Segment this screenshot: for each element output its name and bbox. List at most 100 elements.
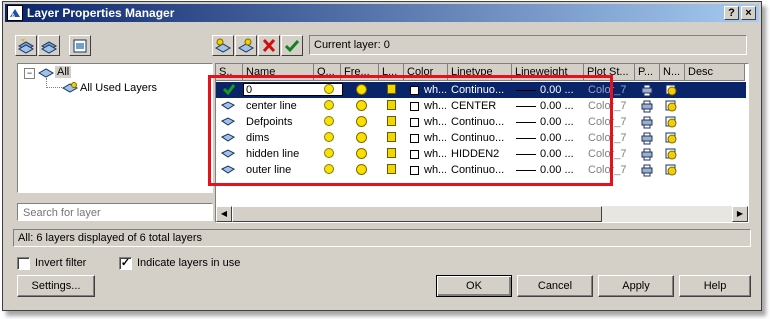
layer-states-manager-icon[interactable] [69,35,91,56]
lineweight[interactable]: 0.00 ... [540,98,582,114]
new-vp-freeze-icon[interactable] [664,83,678,99]
unlocked-icon[interactable] [387,148,396,158]
column-header[interactable]: P... [635,64,660,81]
unlocked-icon[interactable] [387,84,396,94]
ok-button[interactable]: OK [436,275,512,297]
lightbulb-icon[interactable] [324,84,334,94]
scroll-left-icon[interactable]: ◀ [216,206,232,222]
sun-icon[interactable] [356,84,367,95]
unlocked-icon[interactable] [387,132,396,142]
linetype[interactable]: Continuo... [451,130,511,146]
lineweight[interactable]: 0.00 ... [540,114,582,130]
new-group-filter-icon[interactable] [38,35,60,56]
help-title-button[interactable]: ? [724,6,739,20]
unlocked-icon[interactable] [387,116,396,126]
column-header[interactable]: O... [314,64,341,81]
column-header[interactable]: Desc [685,64,745,81]
color-swatch[interactable] [410,150,419,159]
lightbulb-icon[interactable] [324,132,334,142]
tree-item-all-used-layers[interactable]: All Used Layers [80,82,157,94]
unlocked-icon[interactable] [387,100,396,110]
color-name[interactable]: wh... [424,130,446,146]
new-vp-freeze-icon[interactable] [664,147,678,163]
set-current-icon[interactable] [281,35,303,56]
sun-icon[interactable] [356,116,367,127]
column-header[interactable]: Linetype [448,64,512,81]
linetype[interactable]: HIDDEN2 [451,146,511,162]
layer-name[interactable]: outer line [246,162,314,178]
linetype[interactable]: Continuo... [451,162,511,178]
layer-row[interactable]: outer line wh... Continuo... 0.00 ... Color_… [216,162,746,178]
unlocked-icon[interactable] [387,164,396,174]
printer-icon[interactable] [640,131,654,147]
printer-icon[interactable] [640,83,654,99]
lineweight[interactable]: 0.00 ... [540,162,582,178]
layer-row[interactable]: 0 wh... Continuo... 0.00 ... Color_7 [216,82,746,98]
color-swatch[interactable] [410,134,419,143]
sun-icon[interactable] [356,148,367,159]
color-swatch[interactable] [410,86,419,95]
color-name[interactable]: wh... [424,114,446,130]
search-input[interactable] [21,205,211,221]
column-header[interactable]: N... [660,64,685,81]
printer-icon[interactable] [640,115,654,131]
close-button[interactable]: × [741,6,756,20]
column-header[interactable]: Color [404,64,448,81]
column-header[interactable]: Fre... [341,64,379,81]
layer-row[interactable]: Defpoints wh... Continuo... 0.00 ... Color_7 [216,114,746,130]
color-swatch[interactable] [410,102,419,111]
new-layer-icon[interactable] [212,35,234,56]
printer-icon[interactable] [640,163,654,179]
new-vp-freeze-icon[interactable] [664,163,678,179]
lineweight[interactable]: 0.00 ... [540,82,582,98]
linetype[interactable]: Continuo... [451,82,511,98]
tree-item-all[interactable]: All [55,66,72,78]
lineweight[interactable]: 0.00 ... [540,130,582,146]
layer-row[interactable]: dims wh... Continuo... 0.00 ... Color_7 [216,130,746,146]
layer-name[interactable]: dims [246,130,314,146]
color-swatch[interactable] [410,166,419,175]
layer-name[interactable]: Defpoints [246,114,314,130]
color-name[interactable]: wh... [424,162,446,178]
indicate-layers-checkbox[interactable]: ✓ [119,257,132,270]
new-property-filter-icon[interactable] [15,35,37,56]
column-header[interactable]: Plot St... [584,64,635,81]
layer-name[interactable]: hidden line [246,146,314,162]
color-name[interactable]: wh... [424,146,446,162]
collapse-icon[interactable]: − [24,68,35,79]
printer-icon[interactable] [640,147,654,163]
layer-row[interactable]: center line wh... CENTER 0.00 ... Color_7 [216,98,746,114]
color-name[interactable]: wh... [424,82,446,98]
scroll-thumb[interactable] [232,206,602,222]
horizontal-scrollbar[interactable]: ◀ ▶ [216,206,748,222]
color-name[interactable]: wh... [424,98,446,114]
new-layer-vp-frozen-icon[interactable] [235,35,257,56]
cancel-button[interactable]: Cancel [517,275,593,297]
lightbulb-icon[interactable] [324,100,334,110]
new-vp-freeze-icon[interactable] [664,99,678,115]
sun-icon[interactable] [356,100,367,111]
scroll-right-icon[interactable]: ▶ [732,206,748,222]
invert-filter-checkbox[interactable] [17,257,30,270]
settings-button[interactable]: Settings... [17,275,95,297]
color-swatch[interactable] [410,118,419,127]
help-button[interactable]: Help [679,275,751,297]
column-header[interactable]: Lineweight [512,64,584,81]
lightbulb-icon[interactable] [324,116,334,126]
lightbulb-icon[interactable] [324,148,334,158]
column-header[interactable]: S.. [216,64,243,81]
layer-name[interactable]: center line [246,98,314,114]
lightbulb-icon[interactable] [324,164,334,174]
lineweight[interactable]: 0.00 ... [540,146,582,162]
new-vp-freeze-icon[interactable] [664,115,678,131]
new-vp-freeze-icon[interactable] [664,131,678,147]
linetype[interactable]: Continuo... [451,114,511,130]
printer-icon[interactable] [640,99,654,115]
sun-icon[interactable] [356,132,367,143]
layer-row[interactable]: hidden line wh... HIDDEN2 0.00 ... Color_7 [216,146,746,162]
search-field[interactable] [17,203,213,221]
column-header[interactable]: Name [243,64,314,81]
column-header[interactable]: L... [379,64,404,81]
apply-button[interactable]: Apply [598,275,674,297]
delete-layer-icon[interactable] [258,35,280,56]
